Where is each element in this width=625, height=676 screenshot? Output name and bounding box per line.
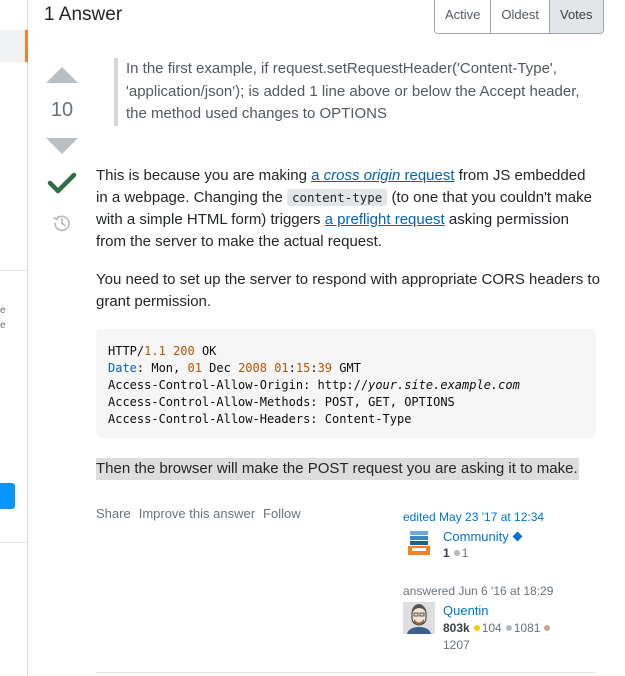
silver-badge-count: 1081	[513, 621, 541, 635]
answers-count-heading: 1 Answer	[44, 4, 123, 25]
code-token: : Mon,	[136, 361, 188, 375]
sort-tab-active[interactable]: Active	[435, 0, 492, 33]
blockquote: In the first example, if request.setRequ…	[114, 58, 594, 126]
vote-down-icon[interactable]	[46, 138, 78, 154]
sort-tabs: Active Oldest Votes	[434, 0, 604, 34]
vote-count: 10	[50, 99, 74, 121]
improve-answer-link[interactable]: Improve this answer	[139, 506, 255, 521]
left-sidebar	[0, 0, 28, 676]
community-user-link[interactable]: Community	[443, 529, 523, 544]
answer-paragraph-1: This is because you are making a cross o…	[96, 165, 601, 253]
code-token: Dec	[201, 361, 239, 375]
code-token: Access-Control-Allow-Origin: http://	[108, 378, 369, 392]
answered-time: answered Jun 6 '16 at 18:29	[403, 584, 554, 598]
code-token: Access-Control-Allow-Methods: POST, GET,…	[108, 395, 455, 409]
code-token: :	[288, 361, 296, 375]
code-block: HTTP/1.1 200 OK Date: Mon, 01 Dec 2008 0…	[96, 329, 596, 438]
answer-paragraph-3: Then the browser will make the POST requ…	[96, 458, 579, 480]
sidebar-divider	[0, 270, 28, 271]
gold-badge-count: 104	[481, 621, 502, 635]
code-token: 200	[173, 344, 195, 358]
diamond-icon	[512, 531, 523, 542]
share-link[interactable]: Share	[96, 506, 131, 521]
silver-badge-count: 1	[461, 546, 469, 560]
link-text: a	[311, 167, 324, 184]
answer-paragraph-2: You need to set up the server to respond…	[96, 271, 600, 310]
preflight-request-link[interactable]: a preflight request	[325, 211, 445, 228]
code-token: OK	[194, 344, 217, 358]
bronze-badge-icon	[544, 625, 551, 631]
reputation-score: 1	[443, 546, 450, 560]
silver-badge-icon	[505, 625, 512, 631]
sidebar-active-item[interactable]	[0, 30, 28, 62]
answer-bottom-divider	[96, 672, 596, 673]
vote-up-icon[interactable]	[46, 67, 78, 83]
sort-tab-oldest[interactable]: Oldest	[491, 0, 550, 33]
accepted-check-icon	[47, 172, 77, 194]
text: This is because you are making	[96, 167, 312, 184]
code-token: :	[310, 361, 318, 375]
quentin-user-link[interactable]: Quentin	[443, 603, 489, 618]
sidebar-blue-button[interactable]	[0, 483, 15, 509]
code-token: Date	[108, 361, 137, 375]
edited-time-link[interactable]: edited May 23 '17 at 12:34	[403, 510, 544, 524]
code-token: HTTP/	[108, 344, 145, 358]
reputation-score: 803k	[443, 621, 470, 635]
code-token: 1.1	[144, 344, 166, 358]
bronze-badge-count: 1207	[443, 638, 470, 652]
quentin-avatar[interactable]	[403, 602, 435, 634]
gold-badge-icon	[473, 625, 480, 631]
code-token: 39	[317, 361, 333, 375]
sidebar-text-fragment: e	[0, 320, 6, 331]
code-token: Access-Control-Allow-Headers: Content-Ty…	[108, 412, 412, 426]
community-reputation: 11	[443, 546, 468, 560]
code-token: 01	[274, 361, 289, 375]
link-text-italic: cross origin	[323, 167, 401, 184]
sort-tab-votes[interactable]: Votes	[549, 0, 603, 33]
sidebar-text-fragment: e	[0, 305, 6, 316]
community-avatar-icon[interactable]	[408, 531, 430, 555]
code-token: 2008	[238, 361, 267, 375]
post-menu: Share Improve this answer Follow	[96, 506, 301, 521]
code-token: 15	[295, 361, 311, 375]
code-token: GMT	[332, 361, 361, 375]
quentin-reputation: 803k 104 1081 1207	[443, 620, 583, 654]
code-token: 01	[187, 361, 202, 375]
cross-origin-link[interactable]: a cross origin request	[311, 167, 454, 184]
sidebar-divider	[0, 542, 28, 543]
history-icon[interactable]	[52, 213, 72, 233]
follow-link[interactable]: Follow	[263, 506, 301, 521]
silver-badge-icon	[453, 550, 460, 556]
code-token-italic: your.site.example.com	[368, 378, 520, 392]
link-text: request	[400, 167, 455, 184]
inline-code: content-type	[286, 189, 388, 206]
user-name: Community	[443, 529, 509, 544]
